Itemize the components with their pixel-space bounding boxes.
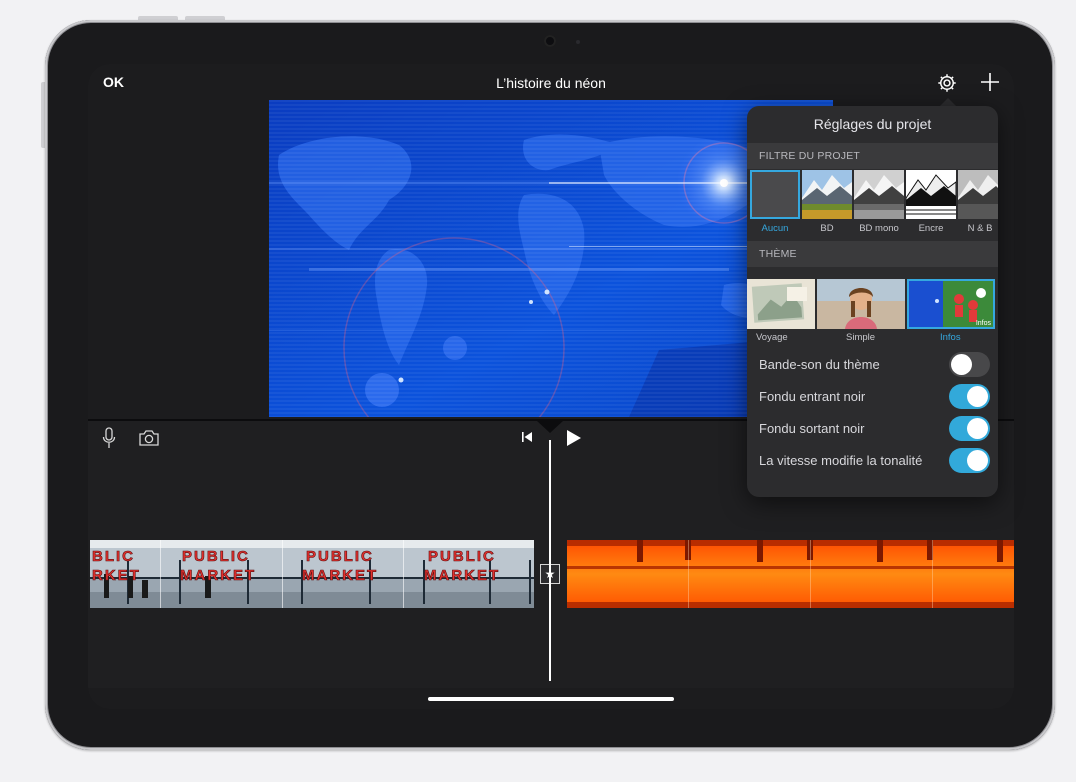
theme-label-voyage: Voyage [756, 332, 788, 343]
skip-to-start-icon[interactable] [521, 431, 533, 443]
filter-label-bd-mono: BD mono [859, 223, 899, 234]
filter-thumb-nb[interactable] [958, 170, 998, 219]
travel-theme-thumbnail [747, 279, 815, 329]
clip-orange-neon[interactable] [567, 540, 1014, 608]
playhead-line[interactable] [549, 440, 551, 681]
mountain-ink-thumbnail [906, 170, 956, 219]
speed-changes-pitch-toggle[interactable] [949, 448, 990, 473]
top-bar: OK L’histoire du néon [88, 64, 1014, 100]
mountain-mono-thumbnail [854, 170, 904, 219]
front-camera [544, 35, 556, 47]
filter-section-header: FILTRE DU PROJET [747, 143, 998, 169]
sign-text-market-3: MARKET [424, 567, 501, 585]
filter-thumb-bd[interactable] [802, 170, 852, 219]
theme-thumb-simple[interactable] [817, 279, 905, 329]
toggle-knob [967, 386, 988, 407]
project-title: L’histoire du néon [496, 75, 606, 91]
theme-thumb-infos[interactable]: Infos [907, 279, 995, 329]
sign-text-public-1: PUBLIC [182, 548, 250, 566]
theme-label-simple: Simple [846, 332, 876, 343]
fade-out-black-toggle[interactable] [949, 416, 990, 441]
theme-infos-badge: Infos [975, 320, 991, 327]
playhead-marker [537, 421, 563, 433]
sign-text-public-2: PUBLIC [306, 548, 374, 566]
toggle-label-fade-in: Fondu entrant noir [759, 389, 866, 404]
filter-label-bd: BD [820, 223, 834, 234]
mountain-thumbnail [802, 170, 852, 219]
filter-thumb-bd-mono[interactable] [854, 170, 904, 219]
sign-text-partial-1: BLIC [92, 548, 135, 566]
toggle-label-theme-music: Bande-son du thème [759, 357, 880, 372]
theme-thumb-voyage[interactable] [747, 279, 815, 329]
home-indicator[interactable] [428, 697, 674, 701]
camera-icon[interactable] [138, 429, 160, 447]
toggle-knob [951, 354, 972, 375]
theme-music-toggle[interactable] [949, 352, 990, 377]
theme-label-infos: Infos [940, 332, 961, 343]
filter-label-nb: N & B [967, 223, 993, 234]
clip-public-market[interactable]: BLIC RKET PUBLIC MARKET PUBLIC MARKET PU… [90, 540, 534, 608]
toggle-knob [967, 418, 988, 439]
fade-in-black-toggle[interactable] [949, 384, 990, 409]
orange-neon-filmstrip [567, 540, 1014, 608]
microphone-icon[interactable] [102, 427, 116, 449]
sign-text-market-2: MARKET [302, 567, 379, 585]
simple-theme-thumbnail [817, 279, 905, 329]
viewer-blank-area [88, 100, 269, 417]
sign-text-partial-2: RKET [92, 567, 141, 585]
filter-label-aucun: Aucun [761, 223, 789, 234]
add-plus-icon[interactable] [980, 72, 1000, 92]
filter-label-encre: Encre [918, 223, 944, 234]
toggle-label-fade-out: Fondu sortant noir [759, 421, 865, 436]
popover-title: Réglages du projet [813, 116, 932, 132]
sign-text-market-1: MARKET [180, 567, 257, 585]
project-settings-popover: Réglages du projet FILTRE DU PROJET Aucu… [747, 106, 998, 497]
sign-text-public-3: PUBLIC [428, 548, 496, 566]
settings-gear-icon[interactable] [936, 72, 958, 94]
filter-thumb-aucun[interactable] [750, 170, 800, 219]
camera-sensor [576, 40, 580, 44]
toggle-label-speed-pitch: La vitesse modifie la tonalité [759, 453, 923, 468]
play-icon[interactable] [566, 429, 582, 447]
toggle-knob [967, 450, 988, 471]
filter-thumb-encre[interactable] [906, 170, 956, 219]
theme-section-header: THÈME [747, 241, 998, 267]
mountain-bw-thumbnail [958, 170, 998, 219]
